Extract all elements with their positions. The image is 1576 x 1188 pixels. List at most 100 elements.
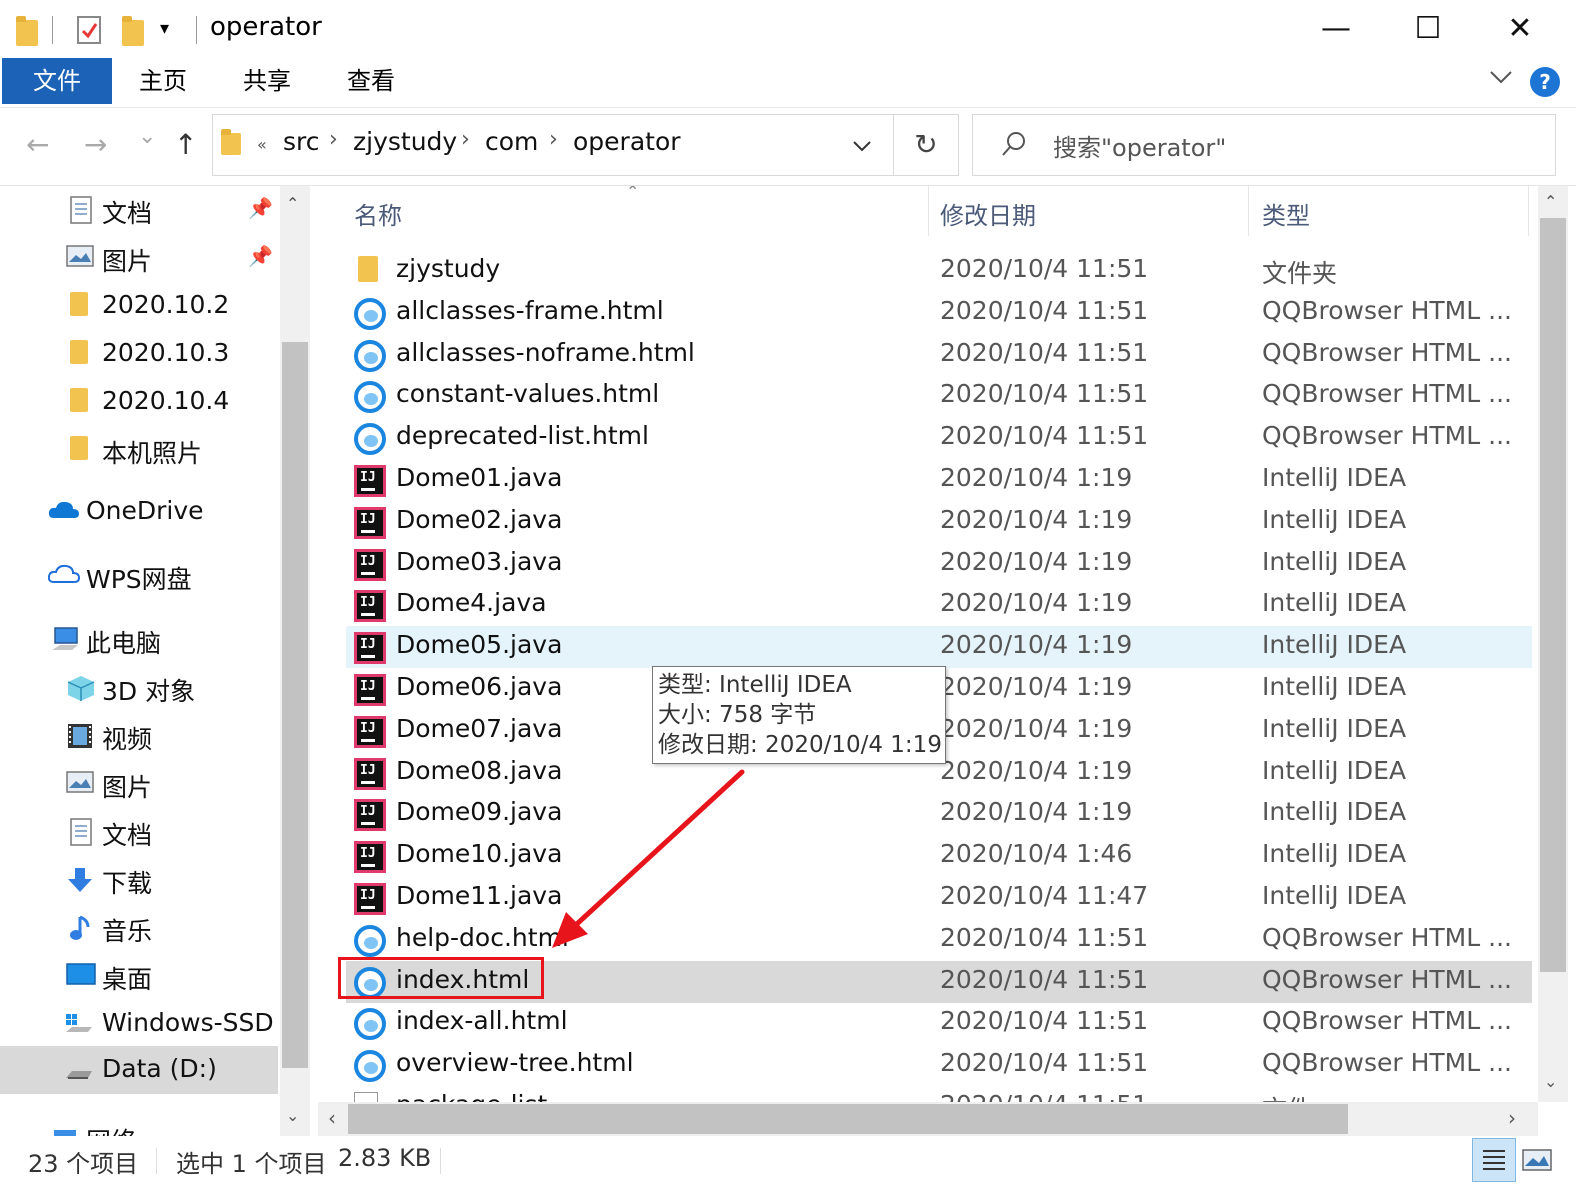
download-icon [66,866,92,892]
table-row[interactable]: help-doc.html 2020/10/4 11:51 QQBrowser HT… [346,919,1532,961]
minimize-button[interactable]: — [1290,0,1382,58]
scroll-down-icon[interactable]: ⌄ [1544,1072,1557,1091]
table-row[interactable]: package-list 2020/10/4 11:51 文件 [346,1086,1532,1102]
column-divider[interactable] [1248,186,1249,236]
scroll-down-icon[interactable]: ⌄ [286,1106,299,1125]
horizontal-scroll-thumb[interactable] [348,1104,1348,1134]
pin-icon[interactable]: 📌 [248,244,273,268]
sidebar-item-label: WPS网盘 [86,565,192,594]
breadcrumb-operator[interactable]: operator [573,127,681,156]
chevron-right-icon[interactable]: › [461,127,470,152]
large-icons-view-icon[interactable] [1522,1142,1552,1178]
tab-file[interactable]: 文件 [2,58,112,104]
file-type: QQBrowser HTML ... [1262,922,1512,952]
sidebar-item-music[interactable]: 音乐 [0,904,278,952]
file-type: IntelliJ IDEA [1262,463,1407,492]
vertical-scroll-thumb[interactable] [1540,218,1566,972]
sidebar-item-pictures[interactable]: 图片 [0,760,278,808]
sidebar-item-wps-drive[interactable]: WPS网盘 [0,552,278,600]
breadcrumb-src[interactable]: src [283,127,320,156]
column-divider[interactable] [928,186,929,236]
sidebar-item-label: 桌面 [102,965,153,994]
tab-share[interactable]: 共享 [218,58,316,104]
address-bar[interactable]: « src › zjystudy › com › operator [212,114,894,176]
file-type: IntelliJ IDEA [1262,630,1407,660]
table-row[interactable]: zjystudy 2020/10/4 11:51 文件夹 [346,250,1532,292]
selection-size: 2.83 KB [338,1144,432,1172]
sidebar-item-local-photos[interactable]: 本机照片 [0,426,278,474]
forward-button[interactable]: → [84,128,107,161]
new-folder-icon[interactable] [120,14,150,46]
sidebar-item-pictures-quick[interactable]: 图片 📌 [0,234,278,282]
back-button[interactable]: ← [26,128,49,161]
refresh-button[interactable]: ↻ [893,114,959,176]
sidebar-item-documents-quick[interactable]: 文档 📌 [0,186,278,234]
chevron-down-icon[interactable] [1488,64,1514,96]
table-row[interactable]: Dome02.java 2020/10/4 1:19 IntelliJ IDEA [346,501,1532,543]
qqbrowser-html-icon [354,1008,386,1041]
annotation-arrow [552,769,745,948]
column-divider[interactable] [1528,186,1529,236]
drive-icon [64,1056,94,1082]
column-header-type[interactable]: 类型 [1262,196,1310,231]
help-icon[interactable]: ? [1530,67,1560,97]
sidebar-item-data-d[interactable]: Data (D:) [0,1046,278,1094]
sidebar-scroll-thumb[interactable] [282,342,308,1068]
breadcrumb-com[interactable]: com [485,127,538,156]
table-row[interactable]: Dome4.java 2020/10/4 1:19 IntelliJ IDEA [346,584,1532,626]
table-row[interactable]: constant-values.html 2020/10/4 11:51 QQBro… [346,375,1532,417]
scroll-left-icon[interactable]: ‹ [328,1106,336,1130]
sidebar-item-folder-2020-10-2[interactable]: 2020.10.2 [0,282,278,330]
item-count: 23 个项目 [28,1150,139,1178]
details-view-icon[interactable] [1472,1138,1516,1182]
search-input[interactable]: 搜索"operator" [1053,128,1226,163]
sidebar-item-downloads[interactable]: 下载 [0,856,278,904]
table-row[interactable]: allclasses-frame.html 2020/10/4 11:51 QQBr… [346,292,1532,334]
sidebar-item-desktop[interactable]: 桌面 [0,952,278,1000]
sidebar-item-folder-2020-10-4[interactable]: 2020.10.4 [0,378,278,426]
file-date: 2020/10/4 1:19 [940,504,1133,534]
scroll-right-icon[interactable]: › [1508,1106,1516,1130]
properties-icon[interactable] [74,14,104,46]
table-row[interactable]: Dome03.java 2020/10/4 1:19 IntelliJ IDEA [346,543,1532,585]
file-type: IntelliJ IDEA [1262,755,1407,785]
close-button[interactable]: ✕ [1474,0,1566,58]
table-row[interactable]: allclasses-noframe.html 2020/10/4 11:51 QQ… [346,334,1532,376]
sidebar-item-folder-2020-10-3[interactable]: 2020.10.3 [0,330,278,378]
table-row[interactable]: Dome09.java 2020/10/4 1:19 IntelliJ IDEA [346,793,1532,835]
sidebar-item-network[interactable]: 网络 [0,1114,278,1136]
table-row[interactable]: index-all.html 2020/10/4 11:51 QQBrowser H… [346,1002,1532,1044]
table-row[interactable]: Dome01.java 2020/10/4 1:19 IntelliJ IDEA [346,459,1532,501]
chevron-right-icon[interactable]: › [549,127,558,152]
tab-home[interactable]: 主页 [114,58,212,104]
breadcrumb-zjystudy[interactable]: zjystudy [353,127,457,156]
customize-toolbar-icon[interactable]: ▾ [160,18,190,50]
search-box[interactable]: 搜索"operator" [972,114,1556,176]
sidebar-item-3d-objects[interactable]: 3D 对象 [0,664,278,712]
overflow-icon[interactable]: « [257,135,267,154]
scroll-up-icon[interactable]: ⌃ [286,194,299,213]
sidebar-item-videos[interactable]: 视频 [0,712,278,760]
table-row[interactable]: Dome11.java 2020/10/4 11:47 IntelliJ IDEA [346,877,1532,919]
address-dropdown-icon[interactable] [851,135,873,161]
column-header-date[interactable]: 修改日期 [940,196,1036,231]
maximize-button[interactable]: ☐ [1382,0,1474,58]
chevron-right-icon[interactable]: › [329,127,338,152]
scroll-up-icon[interactable]: ⌃ [1544,192,1557,211]
sidebar-item-documents[interactable]: 文档 [0,808,278,856]
computer-icon [50,626,80,652]
column-header-name[interactable]: 名称 [354,196,402,231]
pin-icon[interactable]: 📌 [248,196,273,220]
tab-view[interactable]: 查看 [322,58,420,104]
up-button[interactable]: ↑ [174,128,197,161]
table-row[interactable]: Dome05.java 2020/10/4 1:19 IntelliJ IDEA [346,626,1532,669]
table-row[interactable]: overview-tree.html 2020/10/4 11:51 QQBrows… [346,1044,1532,1086]
document-icon [68,818,94,846]
table-row[interactable]: deprecated-list.html 2020/10/4 11:51 QQBro… [346,417,1532,459]
table-row[interactable]: Dome10.java 2020/10/4 1:46 IntelliJ IDEA [346,835,1532,877]
sidebar-item-onedrive[interactable]: OneDrive [0,488,278,536]
sidebar-item-windows-ssd[interactable]: Windows-SSD ( [0,1000,291,1048]
recent-locations-button[interactable]: ⌄ [138,124,156,149]
sidebar-item-this-pc[interactable]: 此电脑 [0,616,278,664]
folder-icon[interactable] [14,14,44,46]
